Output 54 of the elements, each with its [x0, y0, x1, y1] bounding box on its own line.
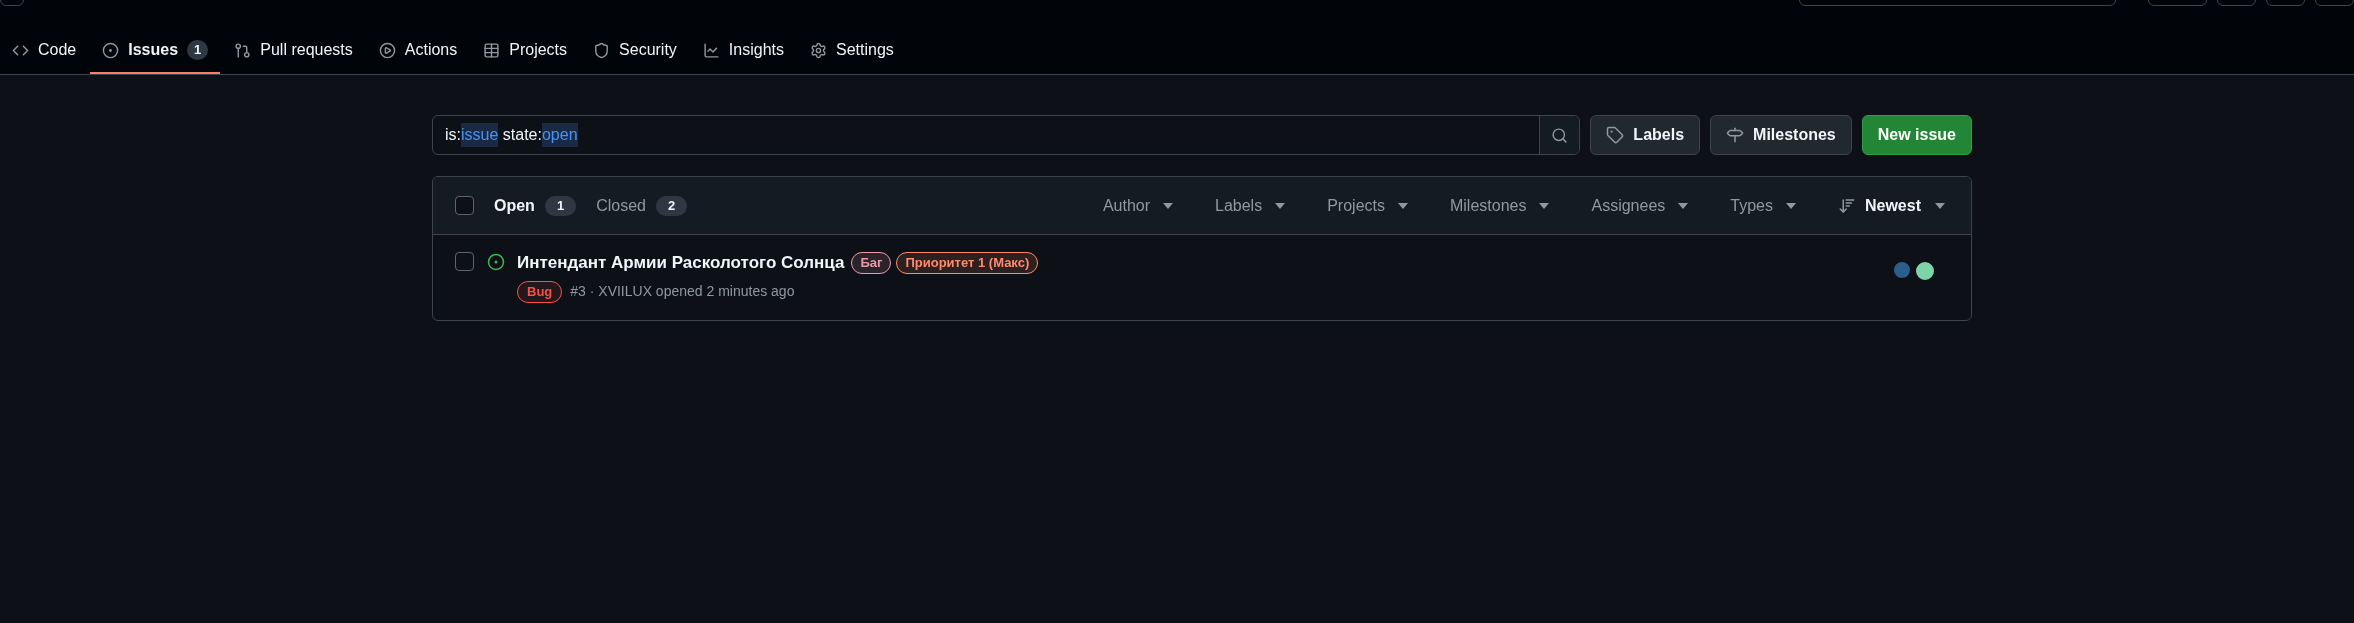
caret-icon — [1275, 202, 1286, 209]
caret-icon — [1785, 202, 1796, 209]
search-field[interactable]: is:issue state:open — [432, 115, 1581, 155]
repo-tab[interactable]: Insights — [690, 28, 796, 74]
state-tab[interactable]: Closed 2 — [588, 193, 696, 218]
issue-label[interactable]: Приоритет 1 (Макс) — [896, 251, 1039, 274]
repo-tab[interactable]: Projects — [471, 28, 580, 74]
play-icon — [378, 41, 396, 59]
state-tab[interactable]: Open 1 — [486, 193, 585, 218]
search-qualifier-value: issue — [461, 123, 499, 147]
issue-label[interactable]: Баг — [851, 251, 892, 274]
sort-icon — [1837, 196, 1856, 215]
new-issue-button[interactable]: New issue — [1861, 115, 1972, 155]
filter-dropdown[interactable]: Author — [1094, 193, 1181, 218]
checkbox[interactable] — [455, 196, 474, 215]
table-icon — [483, 41, 501, 59]
sort-dropdown[interactable]: Newest — [1829, 193, 1953, 218]
pull-request-icon — [234, 41, 252, 59]
circle-dot-icon — [102, 41, 120, 59]
repo-tab[interactable]: Code — [0, 28, 89, 74]
filter-dropdown[interactable]: Projects — [1319, 193, 1416, 218]
checkbox[interactable] — [455, 252, 474, 271]
caret-icon — [1935, 202, 1945, 209]
count-badge: 1 — [187, 40, 209, 60]
search-qualifier-key: is: — [445, 123, 461, 147]
search-qualifier-key: state: — [498, 123, 542, 147]
settings-icon — [810, 41, 827, 59]
issue-type-label[interactable]: Bug — [517, 280, 563, 303]
repo-tab[interactable]: Pull requests — [222, 28, 365, 74]
repo-tab[interactable]: Security — [581, 28, 689, 74]
repo-tab[interactable]: Actions — [366, 28, 470, 74]
caret-icon — [1397, 202, 1408, 209]
search-qualifier-value: open — [541, 123, 578, 147]
issue-title[interactable]: Интендант Армии Расколотого Солнца — [517, 250, 845, 276]
repo-tab[interactable]: Settings — [798, 28, 906, 74]
repo-tab[interactable]: Issues 1 — [90, 28, 221, 74]
graph-icon — [702, 41, 720, 59]
open-issue-icon — [487, 253, 505, 271]
filter-dropdown[interactable]: Milestones — [1441, 193, 1558, 218]
issue-row[interactable]: Интендант Армии Расколотого Солнца Баг Приоритет 1 (Макс) Bug #3 · XVIILUX opened 2 minutes ago — [433, 235, 1971, 320]
caret-icon — [1539, 202, 1550, 209]
search-button[interactable] — [1539, 116, 1580, 154]
caret-icon — [1163, 202, 1173, 209]
issue-meta: #3 · XVIILUX opened 2 minutes ago — [570, 282, 795, 301]
labels-button[interactable]: Labels — [1590, 115, 1701, 155]
caret-icon — [1678, 202, 1689, 209]
signpost-icon — [1726, 126, 1745, 144]
tag-icon — [1606, 126, 1625, 144]
shield-icon — [593, 41, 611, 59]
search-icon — [1551, 126, 1569, 144]
milestones-button[interactable]: Milestones — [1710, 115, 1852, 155]
filter-dropdown[interactable]: Assignees — [1583, 193, 1697, 218]
filter-dropdown[interactable]: Labels — [1207, 193, 1294, 218]
filter-dropdown[interactable]: Types — [1722, 193, 1804, 218]
